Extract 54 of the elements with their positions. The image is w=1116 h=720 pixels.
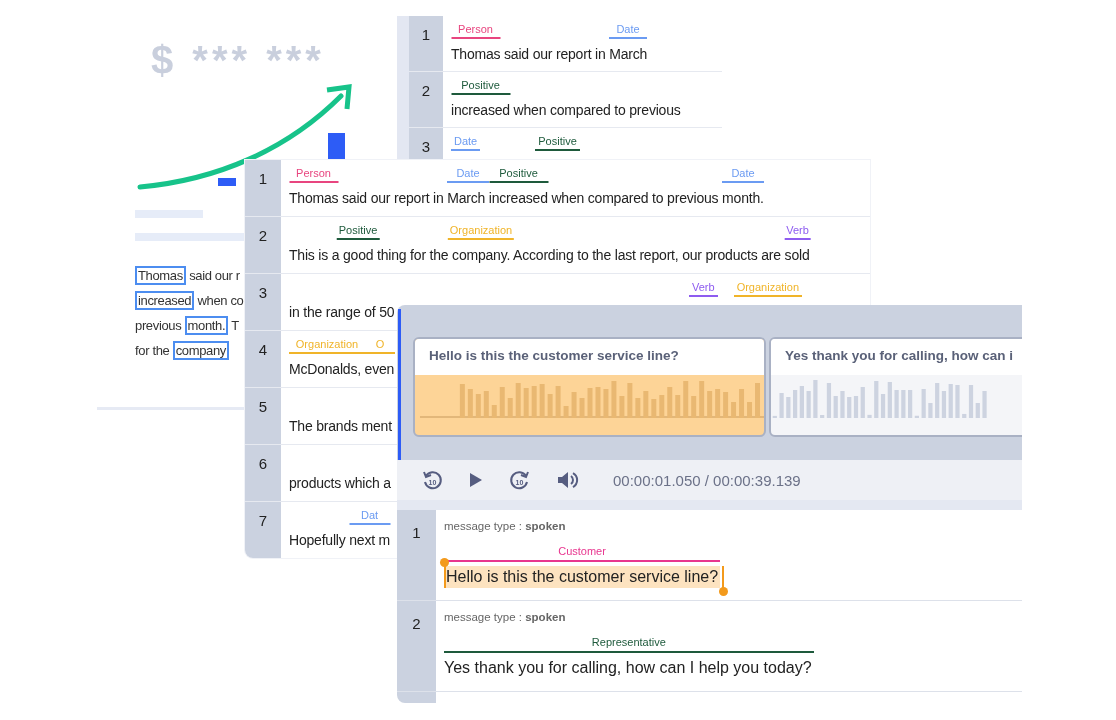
entity-tag[interactable]: Person — [451, 23, 500, 39]
row-number: 1 — [397, 510, 436, 600]
sentence-text: increased when compared to previous — [451, 101, 681, 120]
sentence-text: Hopefully next m — [289, 531, 391, 550]
sentence-text: products which a — [289, 474, 391, 493]
row-number: 5 — [245, 388, 281, 444]
volume-button[interactable] — [557, 470, 579, 490]
row-number: 2 — [245, 217, 281, 273]
sentence-text: This is a good thing for the company. According to the last report, our products are sold — [289, 246, 810, 265]
row-number: 1 — [409, 16, 443, 71]
play-button[interactable] — [469, 472, 483, 488]
sentence-text: The brands ment — [289, 417, 392, 436]
text-line: Thomas said our r — [135, 263, 240, 288]
selection-handle[interactable] — [719, 587, 729, 596]
entity-tag[interactable]: Date — [447, 167, 489, 183]
entity-tag[interactable]: Date — [451, 135, 481, 151]
speaker-tag[interactable]: Customer — [444, 544, 721, 562]
row-number: 3 — [245, 274, 281, 330]
amount-text: $ *** *** — [151, 37, 325, 84]
sentence-text: in the range of 50 — [289, 303, 395, 322]
entity-tag[interactable]: Verb — [689, 281, 718, 297]
message-text: Hello is this the customer service line? — [444, 566, 721, 588]
text-line: for the company — [135, 338, 229, 363]
row-number: 1 — [245, 160, 281, 216]
message-type: message type : spoken — [444, 520, 567, 532]
message-text: Yes thank you for calling, how can I help you today? — [444, 658, 813, 678]
row-number: 4 — [245, 331, 281, 387]
playback-time: 00:00:01.050 / 00:00:39.139 — [613, 471, 801, 489]
entity-tag[interactable]: Date — [722, 167, 764, 183]
entity-tag[interactable]: Positive — [336, 224, 380, 240]
selection-handle[interactable] — [440, 558, 449, 567]
sentence-text: Thomas said our report in March — [451, 45, 648, 64]
row-number: 2 — [409, 72, 443, 127]
row-number: 6 — [245, 445, 281, 501]
entity-tag[interactable]: Dat — [349, 509, 390, 525]
row-number: 7 — [245, 502, 281, 558]
text-line: previous month. T — [135, 315, 239, 337]
entity-tag[interactable]: Person — [289, 167, 338, 183]
speaker-tag[interactable]: Representative — [444, 635, 814, 653]
segment-card[interactable]: Yes thank you for calling, how can i — [769, 337, 1022, 437]
row-number: 2 — [397, 601, 436, 691]
segment-title: Yes thank you for calling, how can i — [771, 339, 1022, 375]
message-type: message type : spoken — [444, 611, 567, 623]
entity-tag[interactable]: Positive — [535, 135, 580, 151]
sentence-text: Thomas said our report in March increased when compared to previous month. — [289, 189, 764, 208]
sentence-text: McDonalds, even — [289, 360, 395, 379]
entity-tag[interactable]: Positive — [489, 167, 548, 183]
entity-tag[interactable]: Positive — [451, 79, 510, 95]
entity-tag[interactable]: Verb — [784, 224, 811, 240]
text-line: increased when co — [135, 288, 244, 313]
text-placeholder — [135, 210, 203, 218]
entity-tag[interactable]: Date — [609, 23, 647, 39]
segment-title: Hello is this the customer service line? — [415, 339, 764, 375]
segment-card[interactable]: Hello is this the customer service line? — [413, 337, 766, 437]
